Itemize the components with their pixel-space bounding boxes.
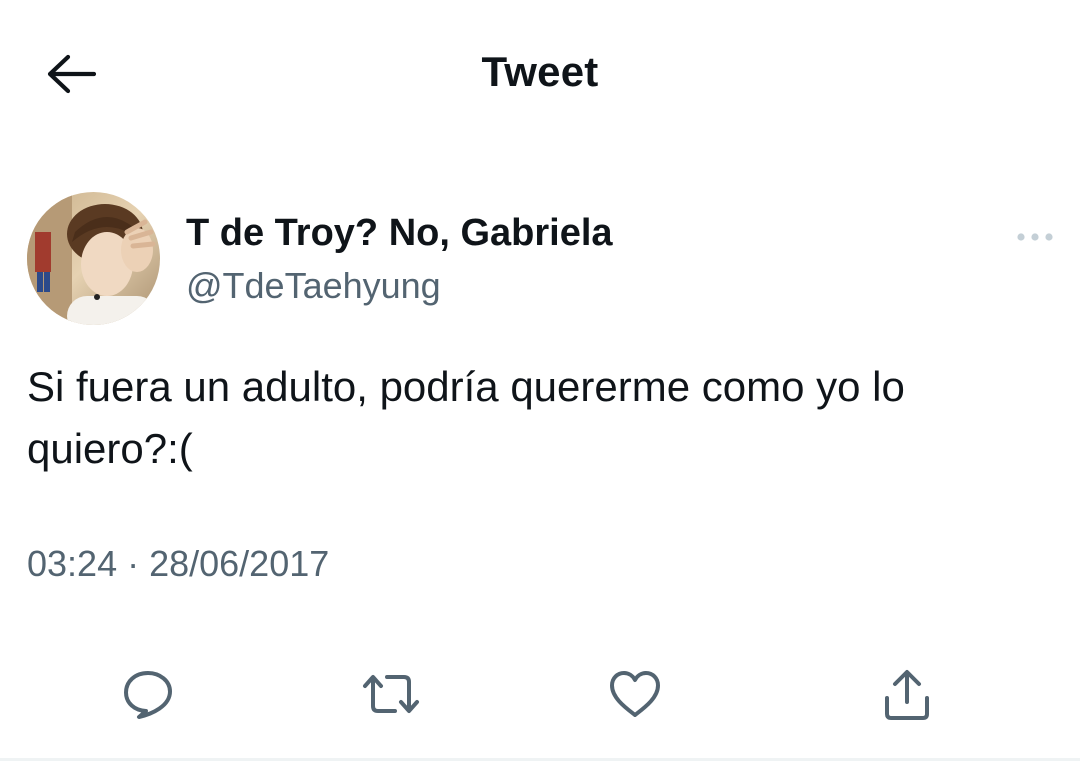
like-button[interactable]: [603, 662, 667, 726]
retweet-button[interactable]: [359, 662, 423, 726]
tweet-text: Si fuera un adulto, podría quererme como…: [27, 363, 905, 472]
more-horizontal-icon: [1017, 233, 1053, 241]
tweet-actions: [0, 662, 1080, 726]
share-icon: [885, 670, 929, 720]
author-display-name[interactable]: T de Troy? No, Gabriela: [186, 212, 613, 255]
author-handle[interactable]: @TdeTaehyung: [186, 265, 441, 307]
retweet-icon: [363, 675, 419, 713]
avatar-image: [27, 192, 160, 325]
more-options-button[interactable]: [1010, 222, 1060, 252]
like-icon: [610, 671, 660, 717]
page-title: Tweet: [481, 48, 599, 95]
arrow-left-icon: [47, 54, 96, 94]
avatar[interactable]: [27, 192, 160, 325]
share-button[interactable]: [875, 662, 939, 726]
reply-icon: [124, 671, 172, 719]
reply-button[interactable]: [116, 662, 180, 726]
back-button[interactable]: [40, 48, 100, 100]
tweet-timestamp[interactable]: 03:24 · 28/06/2017: [27, 543, 329, 585]
top-bar: Tweet: [0, 0, 1080, 150]
